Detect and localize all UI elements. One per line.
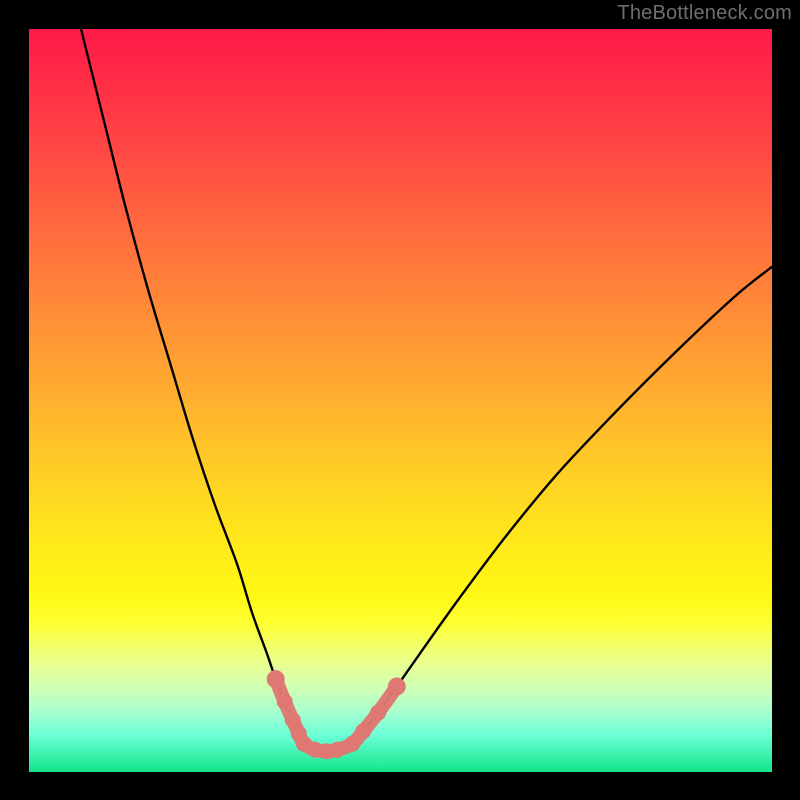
chart-svg bbox=[29, 29, 772, 772]
watermark-text: TheBottleneck.com bbox=[617, 2, 792, 25]
marker-dot bbox=[388, 678, 406, 696]
markers-group bbox=[267, 670, 406, 759]
series-group bbox=[81, 29, 772, 751]
series-right-branch bbox=[352, 267, 772, 744]
marker-dot bbox=[277, 693, 293, 709]
plot-area bbox=[29, 29, 772, 772]
series-left-branch bbox=[81, 29, 304, 744]
marker-dot bbox=[329, 742, 345, 758]
marker-dot bbox=[267, 670, 285, 688]
marker-dot bbox=[355, 723, 371, 739]
marker-dot bbox=[344, 736, 360, 752]
marker-dot bbox=[370, 705, 386, 721]
chart-frame: TheBottleneck.com bbox=[0, 0, 800, 800]
